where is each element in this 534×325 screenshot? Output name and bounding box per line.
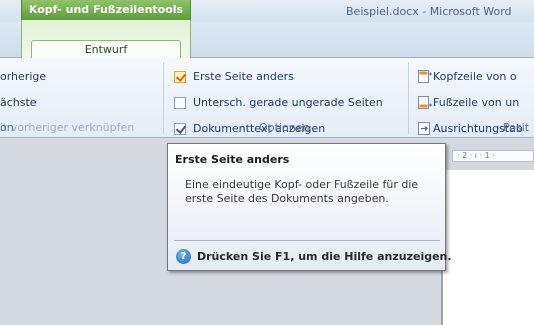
tooltip: Erste Seite anders Eine eindeutige Kopf-… [167,143,452,271]
tooltip-description: Eine eindeutige Kopf- oder Fußzeile für … [185,178,419,205]
previous-button[interactable]: orherige [0,70,46,83]
next-button[interactable]: ächste [0,96,37,109]
document-page[interactable] [443,170,534,325]
position-group-label: Posit [503,121,530,134]
navigation-group-label: on [0,121,14,134]
first-page-different-checkbox[interactable] [174,71,186,83]
footer-position-icon [418,96,432,109]
header-from-top-label[interactable]: Kopfzeile von o [433,70,517,83]
tooltip-divider [174,240,440,241]
tab-entwurf[interactable]: Entwurf [31,40,181,59]
group-separator [163,62,164,134]
first-page-different-label: Erste Seite anders [193,70,294,83]
alignment-tab-icon [418,122,430,135]
horizontal-ruler[interactable]: · 2 · ı · 1 · [452,150,534,162]
context-tab-header: Kopf- und Fußzeilentools [21,0,191,20]
tooltip-help-text: Drücken Sie F1, um die Hilfe anzuzeigen. [197,250,452,263]
header-position-icon [418,70,432,83]
group-separator [408,62,409,134]
help-icon: ? [176,249,191,264]
options-group-label: Optionen [259,121,310,134]
tooltip-title: Erste Seite anders [175,153,290,166]
window-title: Beispiel.docx - Microsoft Word [346,5,512,18]
odd-even-pages-checkbox[interactable] [174,97,186,109]
footer-from-bottom-label[interactable]: Fußzeile von un [433,96,519,109]
link-to-previous-button[interactable]: it vorheriger verknüpfen [0,121,134,134]
odd-even-pages-label: Untersch. gerade ungerade Seiten [193,96,383,109]
show-document-text-checkbox[interactable] [174,123,186,135]
